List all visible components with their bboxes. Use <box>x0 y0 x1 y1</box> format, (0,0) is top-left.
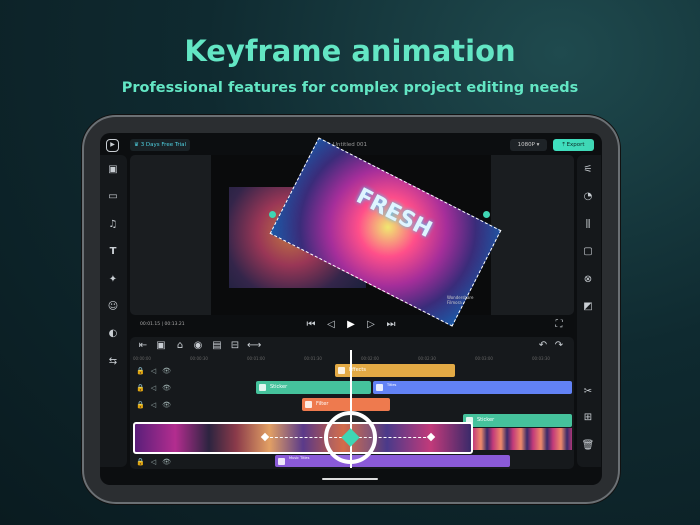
keyframe-add-icon[interactable]: ⊞ <box>581 412 595 424</box>
music-icon[interactable]: ♫ <box>106 219 120 231</box>
ruler-tick: 00:02:00 <box>361 356 379 361</box>
ruler-tick: 00:03:30 <box>532 356 550 361</box>
effects-icon[interactable]: ✦ <box>106 274 120 286</box>
play-icon[interactable]: ▶ <box>344 319 358 331</box>
music-clip[interactable]: Music Titles <box>275 455 510 467</box>
effects-clip[interactable]: Effects <box>335 364 455 377</box>
clip-label: Sticker <box>477 417 495 423</box>
clip-label: Effects <box>349 367 366 373</box>
undo-icon[interactable]: ↶ <box>536 340 550 352</box>
trial-label: 3 Days Free Trial <box>140 142 187 148</box>
split-icon[interactable]: ✂ <box>581 386 595 398</box>
time-display: 00:01.15 | 00:13.21 <box>140 322 185 327</box>
audio-icon[interactable]: ⫼ <box>581 219 595 231</box>
tool-icon[interactable]: ▣ <box>154 340 168 352</box>
ruler-tick: 00:02:30 <box>418 356 436 361</box>
video-clip-selected[interactable] <box>133 422 473 454</box>
crown-icon: ♛ <box>134 142 141 148</box>
sticker-clip[interactable]: Sticker <box>256 381 371 394</box>
video-icon[interactable]: ▭ <box>106 191 120 203</box>
filter-icon[interactable]: ◐ <box>106 328 120 340</box>
mask-icon[interactable]: ⊗ <box>581 274 595 286</box>
next-frame-icon[interactable]: ▷ <box>364 319 378 331</box>
ruler-tick: 00:00:30 <box>190 356 208 361</box>
chevron-down-icon: ▾ <box>536 142 540 148</box>
export-button[interactable]: ⤒ Export <box>553 139 594 151</box>
home-indicator <box>322 478 378 480</box>
total-time: 00:13.21 <box>164 322 185 327</box>
tool-icon[interactable]: ⊟ <box>228 340 242 352</box>
skip-end-icon[interactable]: ⏭ <box>384 319 398 331</box>
sticker-icon[interactable]: ☺ <box>106 301 120 313</box>
resolution-label: 1080P <box>517 142 535 148</box>
home-icon[interactable]: ▶ <box>106 139 119 152</box>
transform-handle[interactable] <box>269 211 276 218</box>
transform-handle[interactable] <box>483 211 490 218</box>
sticker-clip-2[interactable]: Sticker <box>463 414 572 427</box>
crop-icon[interactable]: ▢ <box>581 246 595 258</box>
speed-icon[interactable]: ◔ <box>581 191 595 203</box>
fullscreen-icon[interactable]: ⛶ <box>552 319 566 331</box>
clip-label: Titles <box>387 383 397 387</box>
media-icon[interactable]: ▣ <box>106 164 120 176</box>
video-strip-continuation <box>473 428 572 450</box>
ruler-tick: 00:01:00 <box>247 356 265 361</box>
free-trial-button[interactable]: ♛ 3 Days Free Trial <box>130 139 190 151</box>
filter-clip[interactable]: Filter <box>302 398 390 411</box>
prev-frame-icon[interactable]: ◁ <box>324 319 338 331</box>
watermark: Wondershare Filmora <box>447 295 473 305</box>
track-controls[interactable]: 🔒◁👁 <box>136 401 177 409</box>
resolution-select[interactable]: 1080P ▾ <box>510 139 547 151</box>
clip-label: Sticker <box>270 384 288 390</box>
opacity-icon[interactable]: ◩ <box>581 301 595 313</box>
text-icon[interactable]: T <box>106 246 120 258</box>
current-time: 00:01.15 <box>140 322 161 327</box>
redo-icon[interactable]: ↷ <box>552 340 566 352</box>
tool-icon[interactable]: ⟷ <box>247 340 261 352</box>
export-label: Export <box>566 142 585 148</box>
skip-start-icon[interactable]: ⏮ <box>304 319 318 331</box>
ruler-tick: 00:03:00 <box>475 356 493 361</box>
clip-label: Filter <box>316 401 329 407</box>
subheadline: Professional features for complex projec… <box>121 80 579 96</box>
titles-clip[interactable]: Titles <box>373 381 572 394</box>
tool-icon[interactable]: ▤ <box>210 340 224 352</box>
ruler-tick: 00:00:00 <box>133 356 151 361</box>
track-controls[interactable]: 🔒◁👁 <box>136 367 177 375</box>
delete-icon[interactable]: 🗑 <box>581 440 595 452</box>
ruler-tick: 00:01:30 <box>304 356 322 361</box>
clip-label: Music Titles <box>289 456 310 460</box>
neon-text: FRESH <box>352 183 436 243</box>
track-controls[interactable]: 🔒◁👁 <box>136 384 177 392</box>
adjust-icon[interactable]: ⚟ <box>581 164 595 176</box>
headline: Keyframe animation <box>184 34 516 68</box>
track-controls[interactable]: 🔒◁👁 <box>136 458 177 466</box>
back-icon[interactable]: ⇤ <box>136 340 150 352</box>
tool-icon[interactable]: ◉ <box>191 340 205 352</box>
tool-icon[interactable]: ⌂ <box>173 340 187 352</box>
transition-icon[interactable]: ⇆ <box>106 356 120 368</box>
watermark-line2: Filmora <box>447 300 462 305</box>
